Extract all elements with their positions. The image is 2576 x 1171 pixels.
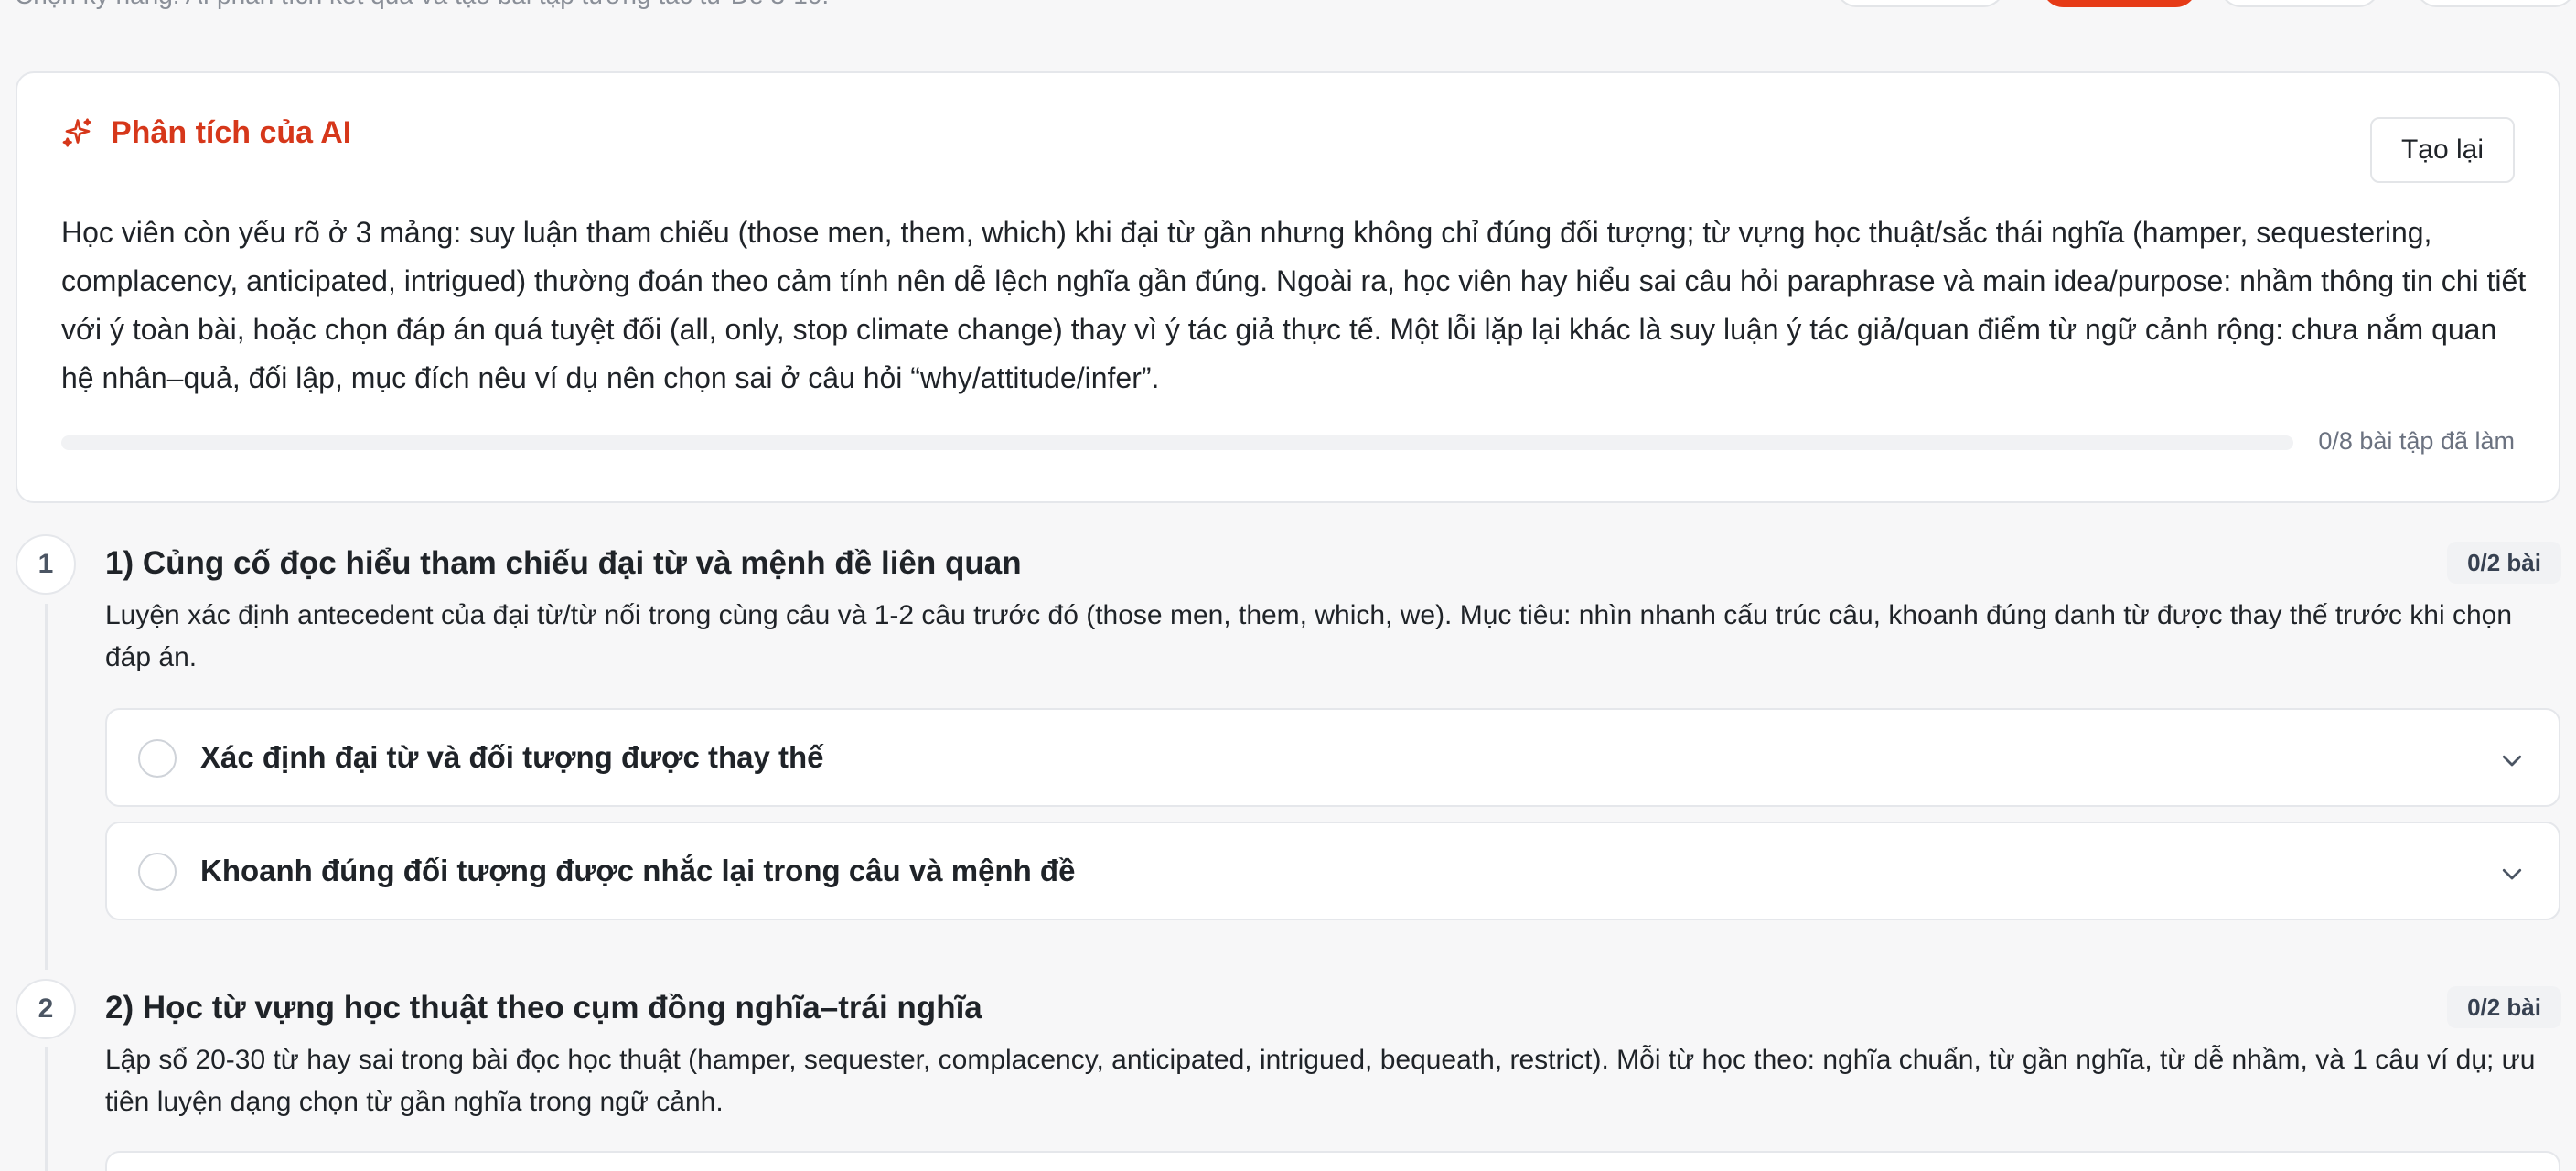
header-button-4[interactable] [2415,0,2576,7]
page-subtitle: Chọn kỹ năng. AI phân tích kết quả và tạ… [15,0,829,11]
step-description: Lập sổ 20-30 từ hay sai trong bài đọc họ… [105,1045,2536,1117]
chevron-down-icon[interactable] [2498,747,2526,774]
header-button-3[interactable] [2219,0,2380,7]
task-label: Khoanh đúng đối tượng được nhắc lại tron… [200,854,1076,887]
header-primary-button[interactable] [2042,0,2197,7]
step-number: 2 [16,979,76,1039]
page: Chọn kỹ năng. AI phân tích kết quả và tạ… [0,0,2576,1171]
exercise-progress-bar [61,435,2293,450]
exercise-progress-label: 0/8 bài tập đã làm [2318,427,2515,455]
step-number: 1 [16,534,76,595]
chevron-down-icon[interactable] [2498,860,2526,887]
sparkle-icon [62,118,91,147]
task-checkbox[interactable] [138,739,177,778]
task-item[interactable]: Khoanh đúng đối tượng được nhắc lại tron… [105,822,2560,920]
ai-analysis-title: Phân tích của AI [111,115,352,150]
regenerate-button[interactable]: Tạo lại [2370,117,2515,183]
top-header: Chọn kỹ năng. AI phân tích kết quả và tạ… [0,0,2576,18]
step-title: 2) Học từ vựng học thuật theo cụm đồng n… [105,990,982,1026]
task-checkbox[interactable] [138,853,177,891]
ai-analysis-text: Học viên còn yếu rõ ở 3 mảng: suy luận t… [61,216,2527,394]
task-item[interactable]: Xác định đại từ và đối tượng được thay t… [105,708,2560,807]
timeline-connector [45,1047,48,1171]
header-button-1[interactable] [1835,0,2005,7]
step-progress-badge: 0/2 bài [2447,986,2561,1028]
task-label: Xác định đại từ và đối tượng được thay t… [200,740,824,774]
step-description: Luyện xác định antecedent của đại từ/từ … [105,600,2513,672]
step-progress-badge: 0/2 bài [2447,542,2561,584]
step-title: 1) Củng cố đọc hiểu tham chiếu đại từ và… [105,545,1022,581]
timeline-connector [45,604,48,970]
ai-analysis-header: Phân tích của AI [61,110,351,156]
ai-analysis-card: Phân tích của AI Tạo lại Học viên còn yế… [16,71,2560,503]
task-item[interactable] [105,1151,2560,1171]
